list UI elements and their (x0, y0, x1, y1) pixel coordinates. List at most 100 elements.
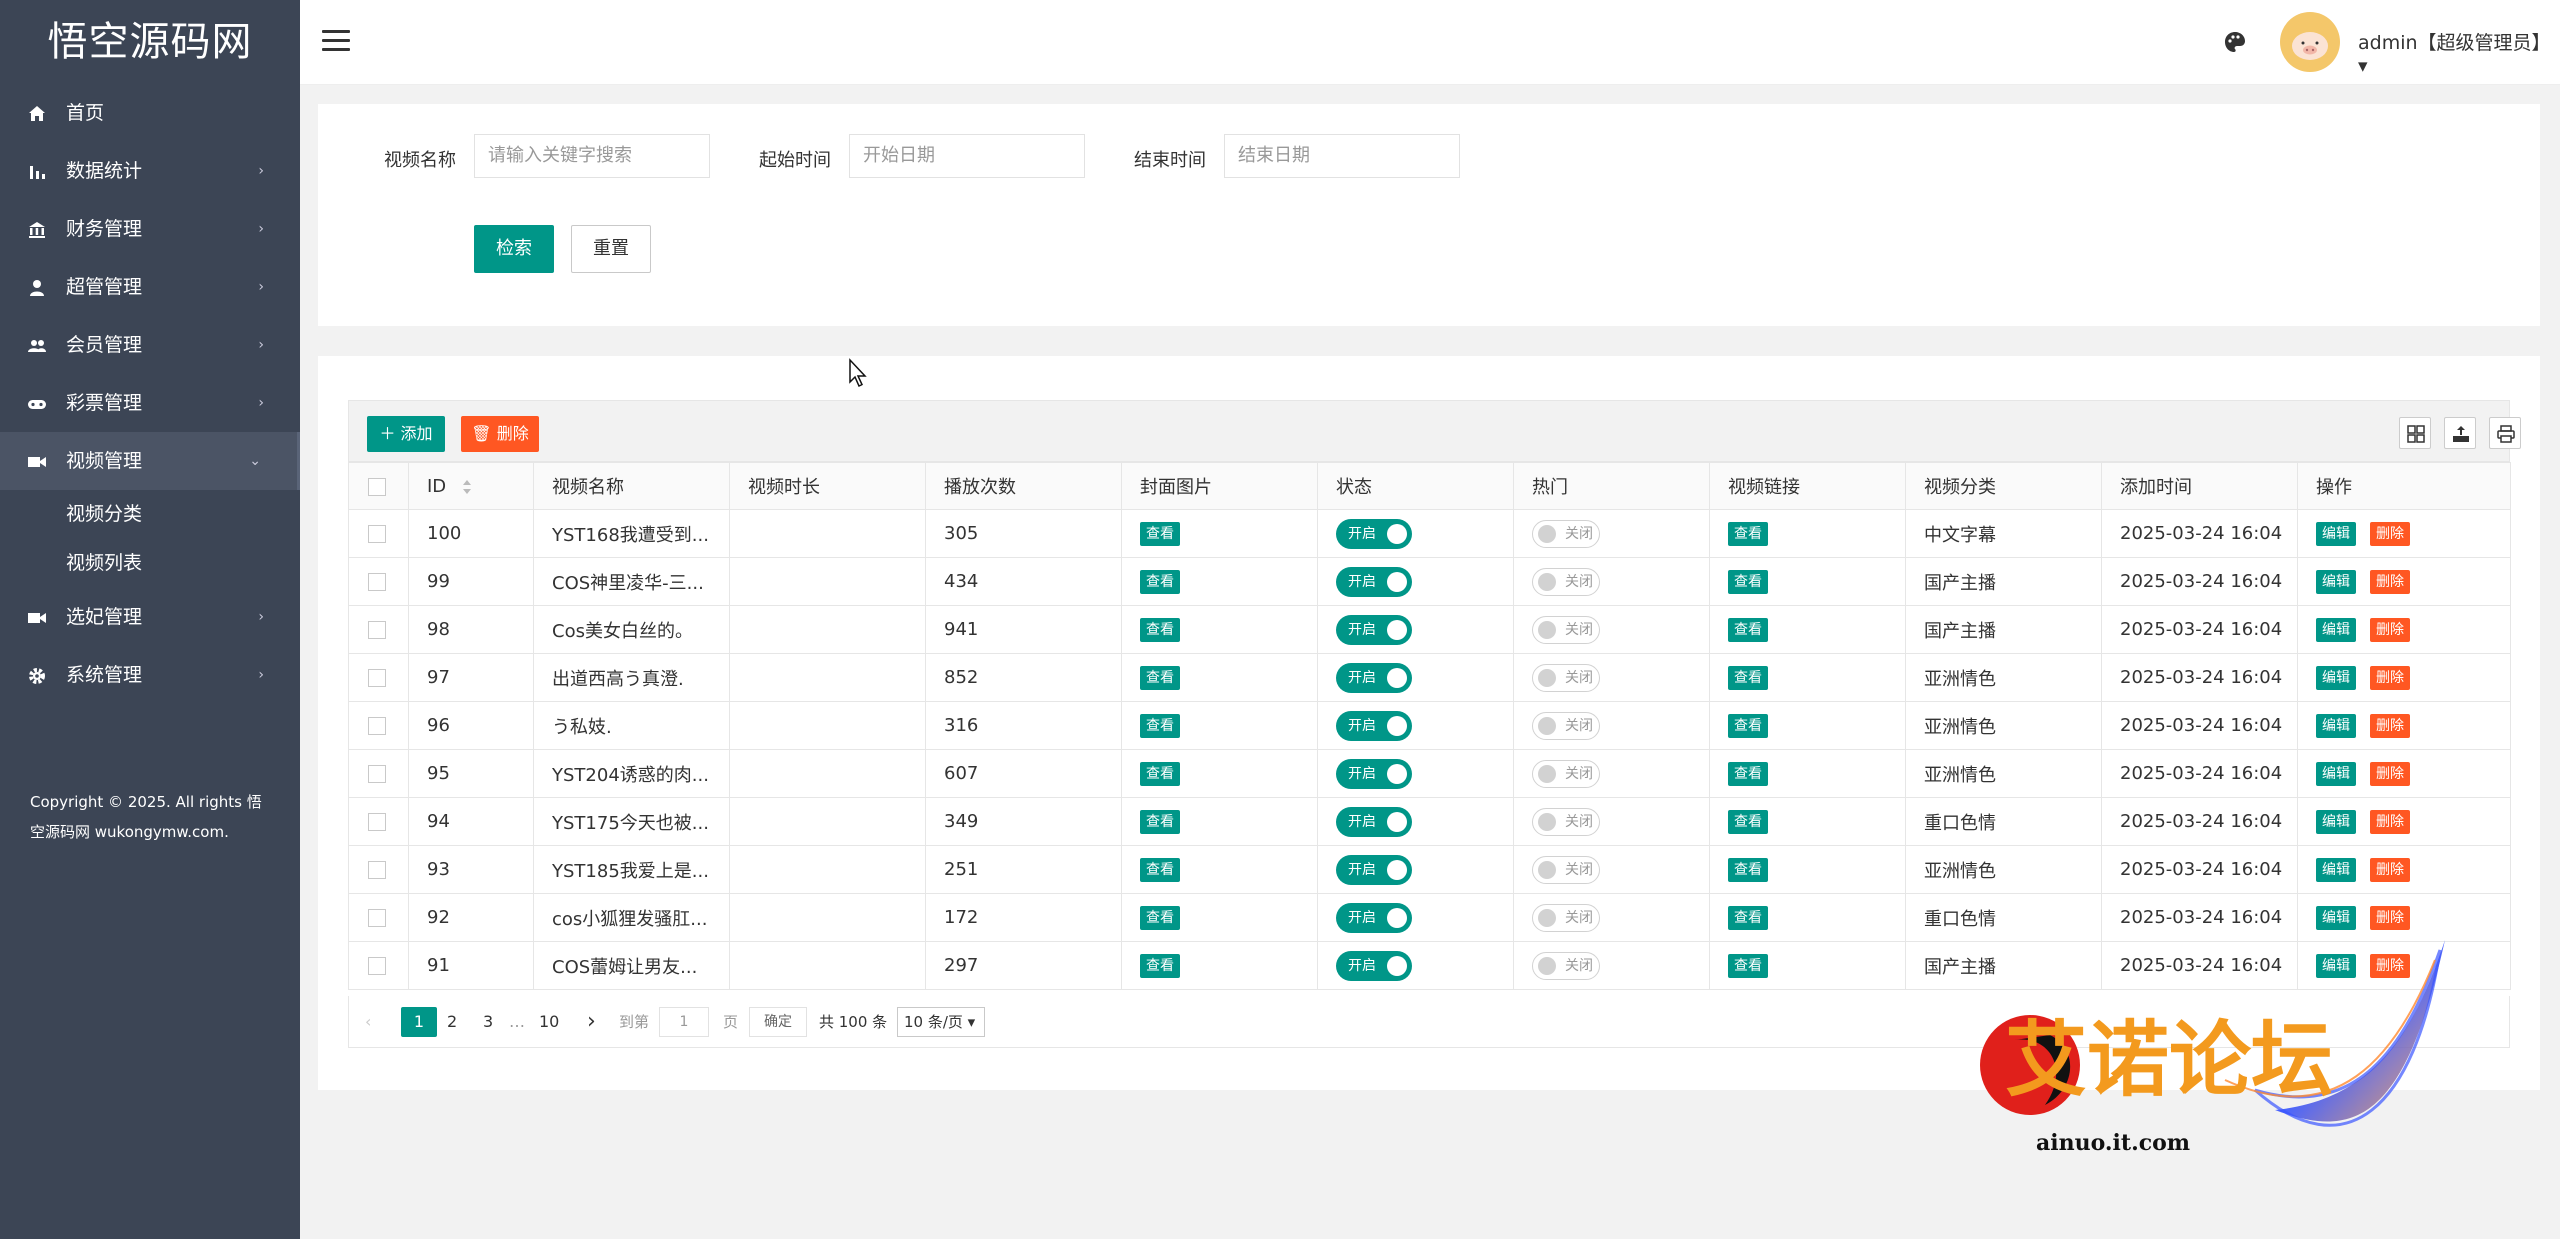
row-checkbox[interactable] (368, 573, 386, 591)
delete-button[interactable]: 删除 (2370, 617, 2410, 642)
hot-toggle[interactable]: 关闭 (1532, 567, 1600, 596)
search-button[interactable]: 检索 (474, 225, 554, 273)
edit-button[interactable]: 编辑 (2316, 569, 2356, 594)
hot-toggle[interactable]: 关闭 (1532, 759, 1600, 788)
page-10[interactable]: 10 (539, 1007, 559, 1037)
edit-button[interactable]: 编辑 (2316, 665, 2356, 690)
delete-button[interactable]: 删除 (2370, 761, 2410, 786)
sidebar-item-system[interactable]: 系统管理 › (0, 646, 300, 704)
hot-toggle[interactable]: 关闭 (1532, 855, 1600, 884)
column-header-id[interactable]: ID (408, 462, 534, 510)
hot-toggle[interactable]: 关闭 (1532, 903, 1600, 932)
export-button[interactable] (2444, 417, 2476, 449)
sidebar-item-admin[interactable]: 超管管理 › (0, 258, 300, 316)
view-link-button[interactable]: 查看 (1728, 809, 1768, 834)
view-cover-button[interactable]: 查看 (1140, 905, 1180, 930)
status-toggle[interactable]: 开启 (1336, 710, 1412, 741)
edit-button[interactable]: 编辑 (2316, 761, 2356, 786)
page-2[interactable]: 2 (447, 1007, 457, 1037)
user-menu[interactable]: admin【超级管理员】▾ (2358, 28, 2560, 77)
row-checkbox[interactable] (368, 909, 386, 927)
view-link-button[interactable]: 查看 (1728, 761, 1768, 786)
edit-button[interactable]: 编辑 (2316, 713, 2356, 738)
sidebar-item-stats[interactable]: 数据统计 › (0, 142, 300, 200)
page-size-select[interactable]: 10 条/页 ▾ (897, 1007, 985, 1037)
sidebar-item-members[interactable]: 会员管理 › (0, 316, 300, 374)
row-checkbox[interactable] (368, 861, 386, 879)
view-link-button[interactable]: 查看 (1728, 953, 1768, 978)
status-toggle[interactable]: 开启 (1336, 806, 1412, 837)
view-cover-button[interactable]: 查看 (1140, 761, 1180, 786)
row-checkbox[interactable] (368, 621, 386, 639)
status-toggle[interactable]: 开启 (1336, 518, 1412, 549)
hot-toggle[interactable]: 关闭 (1532, 951, 1600, 980)
hot-toggle[interactable]: 关闭 (1532, 615, 1600, 644)
avatar[interactable] (2280, 12, 2340, 72)
hot-toggle[interactable]: 关闭 (1532, 663, 1600, 692)
print-button[interactable] (2489, 417, 2521, 449)
view-link-button[interactable]: 查看 (1728, 521, 1768, 546)
view-link-button[interactable]: 查看 (1728, 569, 1768, 594)
sidebar-item-finance[interactable]: 财务管理 › (0, 200, 300, 258)
row-checkbox[interactable] (368, 957, 386, 975)
view-cover-button[interactable]: 查看 (1140, 617, 1180, 642)
sidebar-item-video[interactable]: 视频管理 ⌄ (0, 432, 300, 490)
hot-toggle[interactable]: 关闭 (1532, 519, 1600, 548)
video-name-input[interactable]: 请输入关键字搜索 (474, 134, 710, 178)
delete-button[interactable]: 删除 (2370, 665, 2410, 690)
edit-button[interactable]: 编辑 (2316, 857, 2356, 882)
view-cover-button[interactable]: 查看 (1140, 665, 1180, 690)
row-checkbox[interactable] (368, 813, 386, 831)
sort-icon[interactable] (462, 479, 472, 495)
sidebar-subitem-video-list[interactable]: 视频列表 (0, 539, 300, 588)
sidebar-item-home[interactable]: 首页 (0, 84, 300, 142)
status-toggle[interactable]: 开启 (1336, 854, 1412, 885)
batch-delete-button[interactable]: 🗑 删除 (461, 416, 539, 452)
delete-button[interactable]: 删除 (2370, 521, 2410, 546)
view-link-button[interactable]: 查看 (1728, 617, 1768, 642)
view-cover-button[interactable]: 查看 (1140, 713, 1180, 738)
page-3[interactable]: 3 (483, 1007, 493, 1037)
view-cover-button[interactable]: 查看 (1140, 953, 1180, 978)
goto-page-input[interactable]: 1 (659, 1007, 709, 1037)
row-checkbox[interactable] (368, 765, 386, 783)
sidebar-subitem-video-category[interactable]: 视频分类 (0, 490, 300, 539)
edit-button[interactable]: 编辑 (2316, 905, 2356, 930)
start-date-input[interactable]: 开始日期 (849, 134, 1085, 178)
sidebar-item-concubine[interactable]: 选妃管理 › (0, 588, 300, 646)
prev-page-button[interactable]: ‹ (365, 1007, 371, 1037)
view-cover-button[interactable]: 查看 (1140, 521, 1180, 546)
delete-button[interactable]: 删除 (2370, 809, 2410, 834)
view-cover-button[interactable]: 查看 (1140, 569, 1180, 594)
view-link-button[interactable]: 查看 (1728, 857, 1768, 882)
menu-toggle-icon[interactable] (322, 30, 350, 54)
row-checkbox[interactable] (368, 717, 386, 735)
delete-button[interactable]: 删除 (2370, 857, 2410, 882)
add-button[interactable]: ＋ 添加 (367, 416, 445, 452)
delete-button[interactable]: 删除 (2370, 713, 2410, 738)
edit-button[interactable]: 编辑 (2316, 617, 2356, 642)
palette-icon[interactable] (2223, 30, 2247, 54)
view-cover-button[interactable]: 查看 (1140, 809, 1180, 834)
hot-toggle[interactable]: 关闭 (1532, 807, 1600, 836)
delete-button[interactable]: 删除 (2370, 905, 2410, 930)
hot-toggle[interactable]: 关闭 (1532, 711, 1600, 740)
status-toggle[interactable]: 开启 (1336, 662, 1412, 693)
columns-filter-button[interactable] (2399, 417, 2431, 449)
edit-button[interactable]: 编辑 (2316, 521, 2356, 546)
next-page-button[interactable]: › (587, 1007, 596, 1037)
end-date-input[interactable]: 结束日期 (1224, 134, 1460, 178)
view-link-button[interactable]: 查看 (1728, 905, 1768, 930)
status-toggle[interactable]: 开启 (1336, 902, 1412, 933)
view-cover-button[interactable]: 查看 (1140, 857, 1180, 882)
status-toggle[interactable]: 开启 (1336, 758, 1412, 789)
status-toggle[interactable]: 开启 (1336, 614, 1412, 645)
status-toggle[interactable]: 开启 (1336, 950, 1412, 981)
sidebar-item-lottery[interactable]: 彩票管理 › (0, 374, 300, 432)
goto-confirm-button[interactable]: 确定 (749, 1007, 807, 1037)
edit-button[interactable]: 编辑 (2316, 809, 2356, 834)
view-link-button[interactable]: 查看 (1728, 665, 1768, 690)
status-toggle[interactable]: 开启 (1336, 566, 1412, 597)
row-checkbox[interactable] (368, 669, 386, 687)
page-1[interactable]: 1 (401, 1007, 437, 1037)
